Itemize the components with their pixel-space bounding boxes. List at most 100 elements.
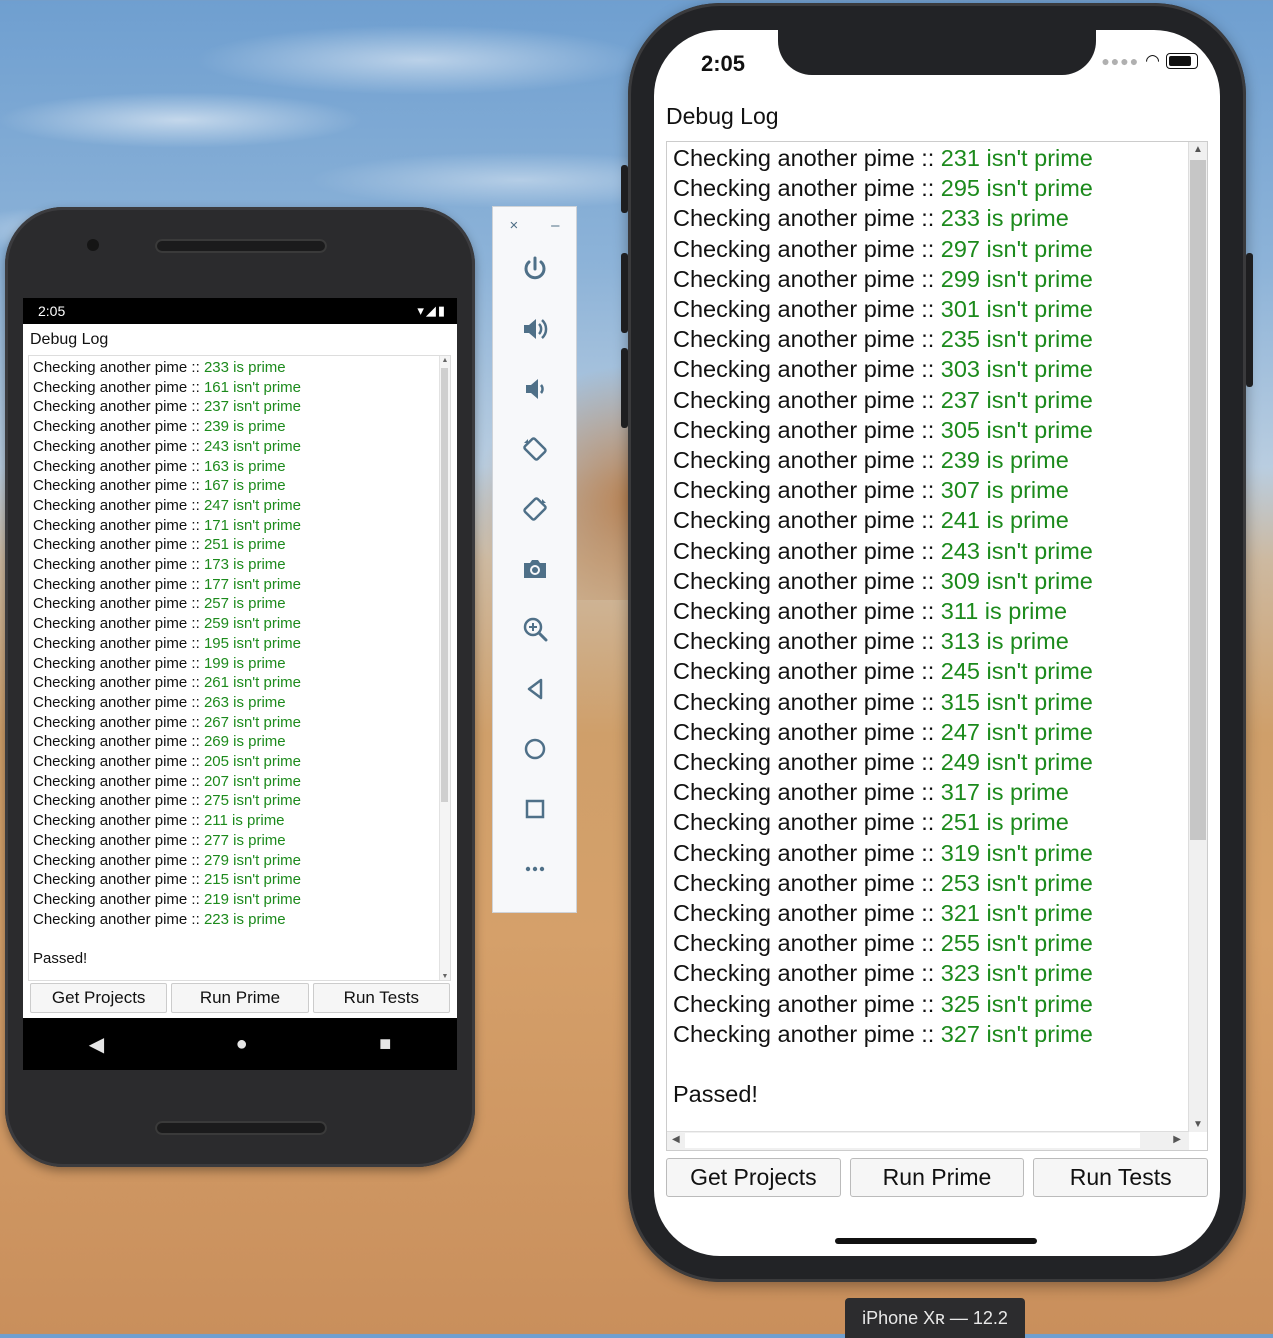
home-indicator[interactable] — [835, 1238, 1037, 1244]
run-prime-button[interactable]: Run Prime — [849, 1158, 1025, 1197]
more-icon[interactable] — [493, 839, 576, 899]
log-line-result: 275 isn't prime — [203, 792, 302, 810]
log-line: Checking another pime :: 233 is prime — [33, 358, 450, 378]
android-status-bar: 2:05 ▾◢▮ — [23, 298, 457, 324]
close-icon[interactable]: × — [509, 217, 518, 239]
home-icon[interactable]: ● — [236, 1033, 248, 1056]
log-line: Checking another pime :: 311 is prime — [673, 596, 1207, 626]
log-line-text: Checking another pime :: — [673, 416, 941, 443]
log-line-result: 195 isn't prime — [203, 634, 302, 652]
log-line-text: Checking another pime :: — [33, 871, 204, 889]
log-line: Checking another pime :: 319 isn't prime — [673, 838, 1207, 868]
log-line-text: Checking another pime :: — [673, 175, 941, 202]
log-line-result: 259 isn't prime — [203, 615, 302, 633]
log-line-result: 307 is prime — [940, 477, 1069, 504]
button-bar: Get Projects Run Prime Run Tests — [666, 1158, 1209, 1197]
scroll-thumb[interactable] — [1190, 160, 1206, 840]
log-line: Checking another pime :: 173 is prime — [33, 555, 450, 575]
log-line-result: 243 isn't prime — [203, 437, 302, 455]
log-line-result: 255 isn't prime — [940, 930, 1093, 957]
scroll-up-icon[interactable]: ▲ — [1189, 144, 1207, 155]
get-projects-button[interactable]: Get Projects — [30, 983, 168, 1013]
log-line-text: Checking another pime :: — [33, 615, 204, 633]
scroll-right-icon[interactable]: ▶ — [1173, 1134, 1181, 1145]
log-line-text: Checking another pime :: — [673, 447, 941, 474]
camera-icon[interactable] — [493, 539, 576, 599]
scroll-down-icon[interactable]: ▼ — [1189, 1119, 1207, 1130]
iphone-simulator: 2:05 ●●●● ◠ Debug Log Checking another p… — [621, 3, 1253, 1282]
scroll-up-icon[interactable]: ▲ — [440, 357, 450, 364]
log-line: Checking another pime :: 247 isn't prime — [673, 717, 1207, 747]
log-line-text: Checking another pime :: — [33, 753, 204, 771]
back-icon[interactable]: ◀ — [89, 1032, 104, 1057]
log-line-text: Checking another pime :: — [673, 749, 941, 776]
android-nav-bar: ◀ ● ■ — [23, 1018, 457, 1070]
minimize-icon[interactable]: – — [551, 217, 559, 239]
log-line-text: Checking another pime :: — [673, 265, 941, 292]
log-line-text: Checking another pime :: — [673, 809, 941, 836]
rotate-left-icon[interactable] — [493, 419, 576, 479]
log-line: Checking another pime :: 239 is prime — [33, 417, 450, 437]
log-line-text: Checking another pime :: — [33, 378, 204, 396]
log-line-result: 313 is prime — [940, 628, 1069, 655]
volume-up-icon[interactable] — [493, 299, 576, 359]
overview-icon[interactable]: ■ — [379, 1033, 391, 1056]
log-line-text: Checking another pime :: — [33, 713, 204, 731]
zoom-icon[interactable] — [493, 599, 576, 659]
overview-icon[interactable] — [493, 779, 576, 839]
log-line-text: Checking another pime :: — [673, 960, 941, 987]
scroll-thumb[interactable] — [441, 368, 448, 802]
run-tests-button[interactable]: Run Tests — [1033, 1158, 1209, 1197]
log-line-text: Checking another pime :: — [33, 516, 204, 534]
debug-log[interactable]: Checking another pime :: 233 is prime Che… — [28, 355, 451, 981]
log-line-text: Checking another pime :: — [673, 779, 941, 806]
log-line-result: 235 isn't prime — [940, 326, 1093, 353]
front-camera — [87, 239, 99, 251]
notch — [778, 30, 1096, 75]
log-line-result: 253 isn't prime — [940, 869, 1093, 896]
log-line-result: 263 is prime — [203, 693, 286, 711]
log-lines: Checking another pime :: 231 isn't prime… — [667, 142, 1207, 1110]
button-bar: Get Projects Run Prime Run Tests — [30, 983, 450, 1013]
volume-down-icon[interactable] — [493, 359, 576, 419]
log-line: Checking another pime :: 269 is prime — [33, 732, 450, 752]
debug-log[interactable]: Checking another pime :: 231 isn't prime… — [666, 141, 1208, 1151]
scroll-left-icon[interactable]: ◀ — [672, 1134, 680, 1145]
log-line-result: 317 is prime — [940, 779, 1069, 806]
log-line: Checking another pime :: 177 isn't prime — [33, 575, 450, 595]
back-icon[interactable] — [493, 659, 576, 719]
power-icon[interactable] — [493, 239, 576, 299]
rotate-right-icon[interactable] — [493, 479, 576, 539]
log-line-text: Checking another pime :: — [33, 792, 204, 810]
status-time: 2:05 — [701, 51, 746, 76]
scroll-down-icon[interactable]: ▼ — [440, 973, 450, 980]
log-line-text: Checking another pime :: — [33, 674, 204, 692]
log-line-result: 321 isn't prime — [940, 900, 1093, 927]
log-line-result: 237 isn't prime — [203, 398, 302, 416]
log-line: Checking another pime :: 315 isn't prime — [673, 687, 1207, 717]
log-line: Checking another pime :: 267 isn't prime — [33, 713, 450, 733]
page-title: Debug Log — [666, 103, 779, 129]
run-tests-button[interactable]: Run Tests — [312, 983, 450, 1013]
log-line: Checking another pime :: 279 isn't prime — [33, 851, 450, 871]
run-prime-button[interactable]: Run Prime — [171, 983, 309, 1013]
log-line-result: 211 is prime — [203, 812, 285, 830]
log-line: Checking another pime :: 277 is prime — [33, 831, 450, 851]
log-line-result: 251 is prime — [940, 809, 1069, 836]
passed-message: Passed! — [673, 1081, 758, 1108]
log-line: Checking another pime :: 171 isn't prime — [33, 516, 450, 536]
log-line: Checking another pime :: 223 is prime — [33, 910, 450, 930]
horizontal-scroll-thumb[interactable] — [685, 1133, 1140, 1148]
home-icon[interactable] — [493, 719, 576, 779]
get-projects-button[interactable]: Get Projects — [666, 1158, 841, 1197]
horizontal-scrollbar[interactable]: ◀ ▶ — [667, 1131, 1189, 1150]
log-line: Checking another pime :: 195 isn't prime — [33, 634, 450, 654]
vertical-scrollbar[interactable]: ▲ ▼ — [1188, 142, 1207, 1132]
log-line-text: Checking another pime :: — [673, 1020, 941, 1047]
log-line-text: Checking another pime :: — [33, 772, 204, 790]
log-line-text: Checking another pime :: — [33, 398, 204, 416]
vertical-scrollbar[interactable]: ▲ ▼ — [439, 356, 450, 980]
log-line-text: Checking another pime :: — [673, 477, 941, 504]
log-line: Checking another pime :: 259 isn't prime — [33, 614, 450, 634]
